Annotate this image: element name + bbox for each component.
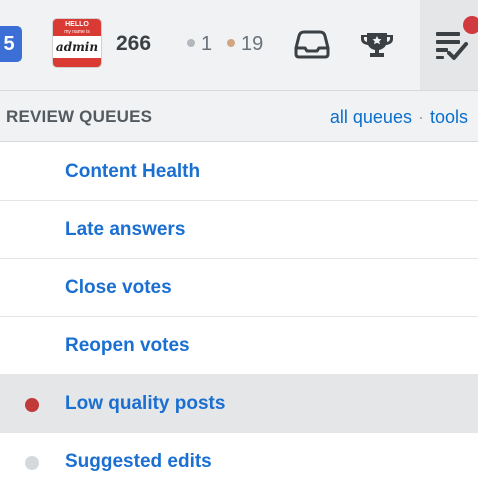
review-queues-header: REVIEW QUEUES all queues · tools (0, 90, 478, 142)
queue-item-low-quality-posts[interactable]: Low quality posts (0, 375, 478, 433)
reputation-count[interactable]: 266 (116, 28, 151, 60)
header-links: all queues · tools (330, 91, 468, 143)
review-notification-indicator (463, 16, 478, 34)
queue-item-suggested-edits[interactable]: Suggested edits (0, 433, 478, 485)
avatar-name: admin (55, 40, 99, 54)
avatar-name-tag-band: HELLO my name is (53, 19, 101, 36)
avatar-subtext: my name is (64, 29, 90, 35)
user-avatar[interactable]: HELLO my name is admin (52, 18, 102, 68)
queue-label: Reopen votes (65, 335, 190, 356)
top-bar: 5 HELLO my name is admin 266 1 19 (0, 0, 478, 90)
queue-item-close-votes[interactable]: Close votes (0, 259, 478, 317)
bronze-badges[interactable]: 19 (227, 28, 263, 60)
queue-label: Content Health (65, 161, 201, 182)
avatar-hello-text: HELLO (65, 21, 89, 28)
queue-item-content-health[interactable]: Content Health (0, 143, 478, 201)
site-switcher-icon[interactable]: 5 (0, 26, 22, 62)
queue-label: Late answers (65, 219, 186, 240)
trophy-icon[interactable] (355, 22, 399, 66)
review-queues-button[interactable] (420, 0, 478, 90)
all-queues-link[interactable]: all queues (330, 107, 412, 127)
link-separator: · (417, 107, 424, 127)
page: 5 HELLO my name is admin 266 1 19 REVIEW… (0, 0, 478, 485)
bronze-badge-count: 19 (241, 33, 264, 55)
queue-status-dot-red (25, 398, 39, 412)
tools-link[interactable]: tools (430, 107, 468, 127)
avatar-band-bottom (53, 58, 101, 67)
review-queue-list: Content Health Late answers Close votes … (0, 143, 478, 485)
silver-badge-count: 1 (201, 33, 213, 55)
queue-label: Low quality posts (65, 393, 226, 414)
queue-item-reopen-votes[interactable]: Reopen votes (0, 317, 478, 375)
queue-status-dot-gray (25, 456, 39, 470)
bronze-badge-icon (227, 38, 235, 47)
silver-badges[interactable]: 1 (187, 28, 212, 60)
queue-item-late-answers[interactable]: Late answers (0, 201, 478, 259)
inbox-icon[interactable] (290, 22, 334, 66)
silver-badge-icon (187, 38, 195, 47)
review-queues-title: REVIEW QUEUES (6, 107, 153, 126)
queue-label: Close votes (65, 277, 172, 298)
queue-label: Suggested edits (65, 451, 212, 472)
